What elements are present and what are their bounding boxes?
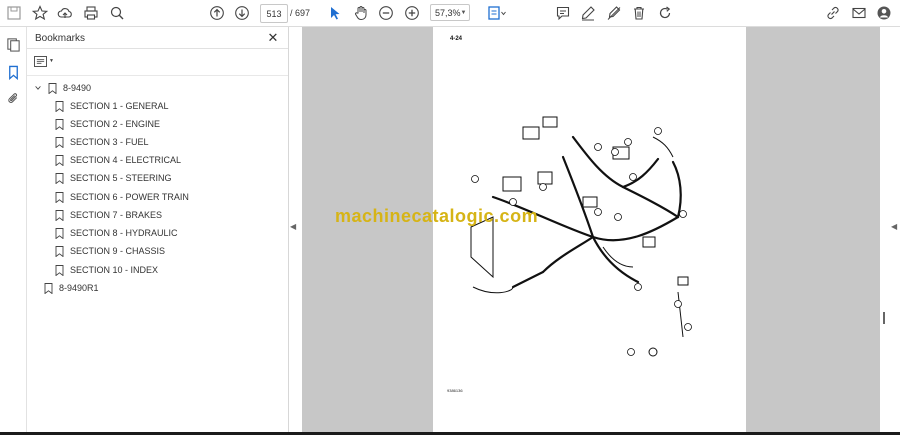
page-total-label: / 697: [290, 8, 311, 18]
bookmark-icon: [54, 136, 64, 148]
panel-divider: [27, 75, 288, 76]
bookmark-label: SECTION 10 - INDEX: [70, 265, 159, 275]
cloud-upload-icon[interactable]: [55, 3, 75, 23]
zoom-search-icon[interactable]: [107, 3, 127, 23]
rotate-icon[interactable]: [655, 3, 675, 23]
list-options-icon: [34, 55, 47, 67]
bookmark-item[interactable]: SECTION 9 - CHASSIS: [54, 243, 165, 259]
wiring-harness-drawing: [470, 116, 692, 357]
panel-divider: [27, 48, 288, 49]
bookmark-label: SECTION 7 - BRAKES: [70, 210, 163, 220]
bookmark-icon: [47, 82, 57, 94]
mail-icon[interactable]: [849, 3, 869, 23]
bookmark-label: SECTION 3 - FUEL: [70, 137, 149, 147]
bookmark-root-8-9490r1[interactable]: 8-9490R1: [43, 280, 99, 296]
chevron-down-icon: ▼: [460, 9, 467, 16]
bookmark-icon: [43, 282, 53, 294]
pages-thumbnails-icon[interactable]: [4, 35, 22, 53]
bookmark-item[interactable]: SECTION 10 - INDEX: [54, 262, 158, 278]
attachment-paperclip-icon[interactable]: [4, 89, 22, 107]
bookmark-item[interactable]: SECTION 7 - BRAKES: [54, 207, 162, 223]
account-icon[interactable]: [874, 3, 894, 23]
close-icon[interactable]: ✕: [266, 30, 280, 45]
zoom-in-icon[interactable]: [402, 3, 422, 23]
bookmark-icon: [54, 245, 64, 257]
chevron-down-icon[interactable]: [33, 83, 43, 93]
bookmark-item[interactable]: SECTION 3 - FUEL: [54, 134, 149, 150]
bookmark-label: SECTION 2 - ENGINE: [70, 119, 161, 129]
bookmark-item[interactable]: SECTION 4 - ELECTRICAL: [54, 152, 181, 168]
bookmark-icon: [54, 154, 64, 166]
scrollbar-thumb[interactable]: [883, 312, 885, 324]
bookmark-item[interactable]: SECTION 8 - HYDRAULIC: [54, 225, 178, 241]
bookmark-icon: [54, 100, 64, 112]
bookmark-label: SECTION 8 - HYDRAULIC: [70, 228, 178, 238]
star-icon[interactable]: [30, 3, 50, 23]
document-viewer[interactable]: 4-24 9386136: [302, 27, 880, 432]
bookmark-icon: [54, 264, 64, 276]
bookmark-options-button[interactable]: ▼: [34, 54, 58, 68]
zoom-out-icon[interactable]: [376, 3, 396, 23]
collapse-left-panel-icon[interactable]: ◀: [290, 222, 296, 231]
select-cursor-icon[interactable]: [325, 3, 345, 23]
bookmark-label: SECTION 6 - POWER TRAIN: [70, 192, 189, 202]
hand-tool-icon[interactable]: [351, 3, 371, 23]
comment-icon[interactable]: [553, 3, 573, 23]
page-fit-icon[interactable]: [484, 3, 510, 23]
left-navigation-rail: [0, 27, 27, 435]
print-icon[interactable]: [81, 3, 101, 23]
bookmark-item[interactable]: SECTION 6 - POWER TRAIN: [54, 189, 189, 205]
zoom-level-value: 57,3%: [435, 7, 461, 18]
previous-page-icon[interactable]: [207, 3, 227, 23]
bookmark-item[interactable]: SECTION 5 - STEERING: [54, 170, 172, 186]
chevron-down-icon: ▼: [49, 58, 54, 64]
bookmarks-panel-title: Bookmarks: [35, 33, 86, 44]
bookmark-panel-icon[interactable]: [4, 63, 22, 81]
bookmark-item[interactable]: SECTION 2 - ENGINE: [54, 116, 160, 132]
bookmark-icon: [54, 191, 64, 203]
bookmark-icon: [54, 172, 64, 184]
highlight-erase-icon[interactable]: [604, 3, 624, 23]
bookmark-label: 8-9490R1: [59, 283, 99, 293]
page-number-input[interactable]: 513: [260, 4, 288, 23]
pen-icon[interactable]: [578, 3, 598, 23]
page-label: 4-24: [450, 36, 463, 42]
bookmark-label: SECTION 4 - ELECTRICAL: [70, 155, 182, 165]
bookmark-icon: [54, 118, 64, 130]
bookmark-item[interactable]: SECTION 1 - GENERAL: [54, 98, 169, 114]
watermark-text: machinecatalogic.com: [335, 206, 539, 226]
bookmark-icon: [54, 209, 64, 221]
next-page-icon[interactable]: [232, 3, 252, 23]
bookmark-label: SECTION 9 - CHASSIS: [70, 246, 166, 256]
save-icon[interactable]: [4, 3, 24, 23]
bookmark-label: 8-9490: [63, 83, 92, 93]
bookmark-root-8-9490[interactable]: 8-9490: [33, 80, 91, 96]
share-link-icon[interactable]: [823, 3, 843, 23]
bookmarks-panel: Bookmarks ✕ ▼ 8-9490 SECTION 1 - GENERAL…: [27, 27, 289, 435]
zoom-level-dropdown[interactable]: 57,3% ▼: [430, 4, 470, 21]
top-toolbar: 513 / 697 57,3% ▼: [0, 0, 900, 27]
bookmark-label: SECTION 1 - GENERAL: [70, 101, 169, 111]
bookmark-icon: [54, 227, 64, 239]
collapse-right-panel-icon[interactable]: ◀: [891, 222, 897, 231]
document-page: 4-24 9386136: [433, 27, 746, 432]
drawing-code-label: 9386136: [447, 388, 463, 393]
trash-icon[interactable]: [629, 3, 649, 23]
bookmark-label: SECTION 5 - STEERING: [70, 173, 172, 183]
